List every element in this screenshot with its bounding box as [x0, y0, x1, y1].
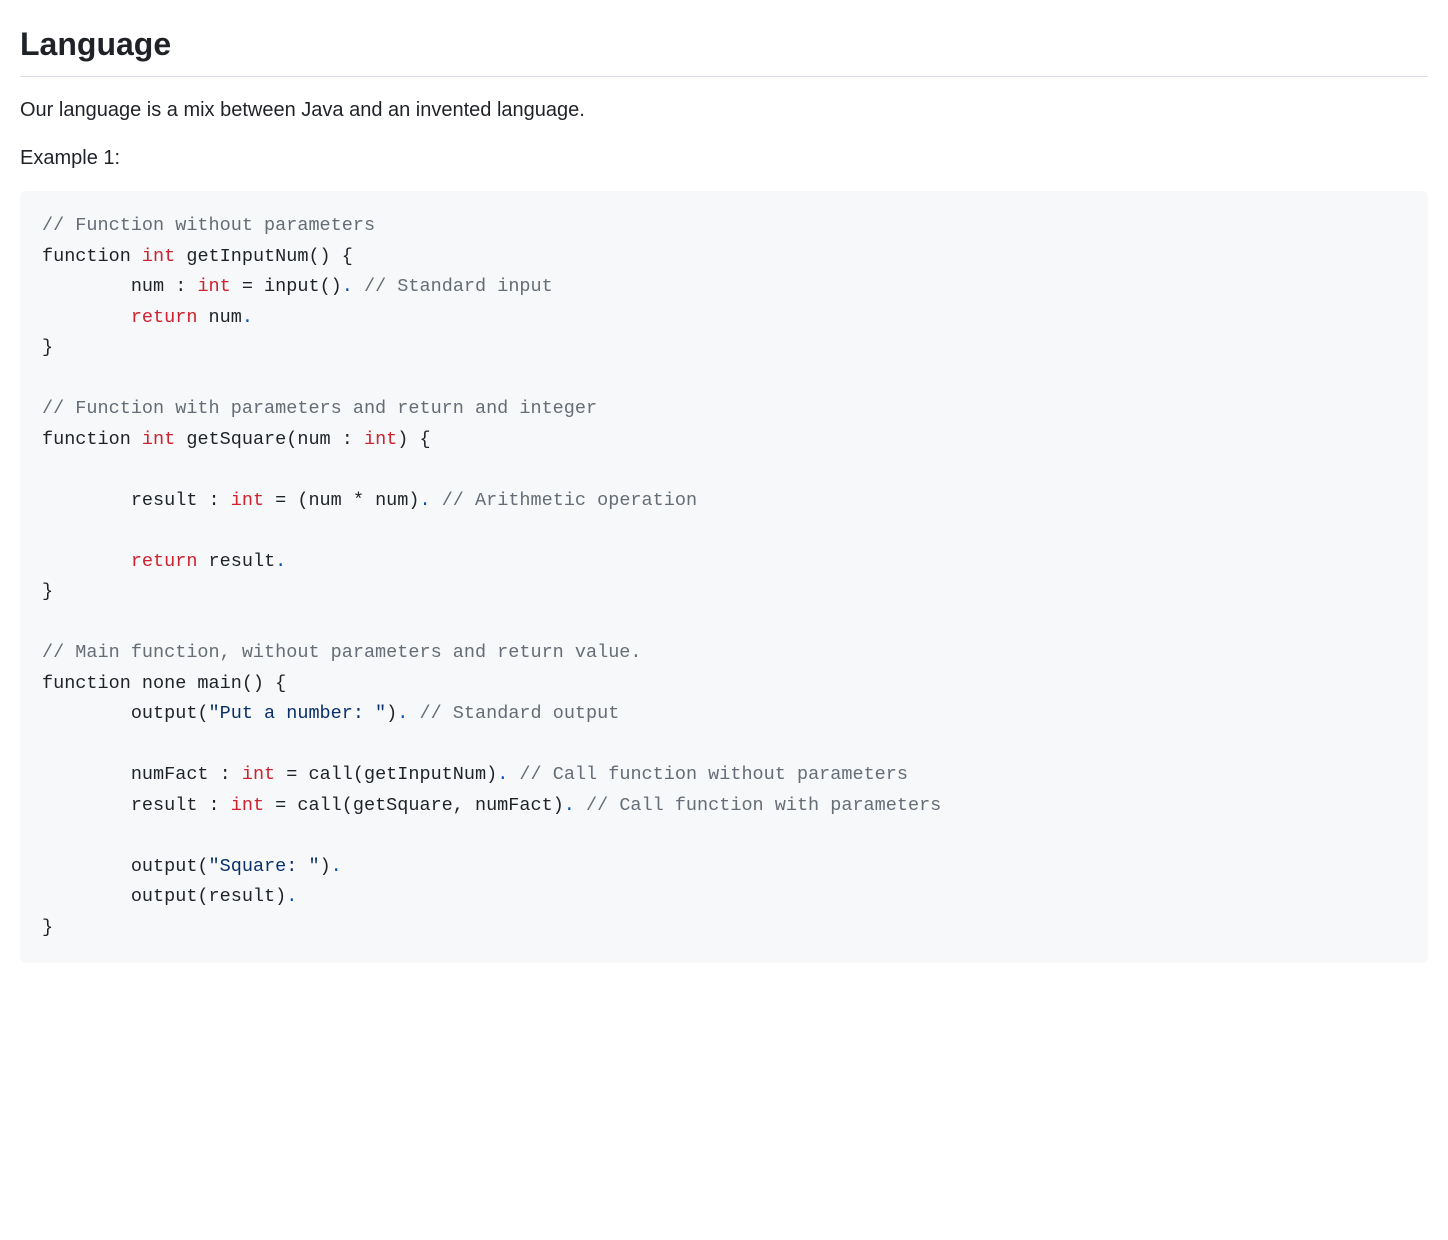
code-token: int	[197, 276, 230, 297]
code-token: int	[142, 429, 175, 450]
code-token: // Arithmetic operation	[442, 490, 697, 511]
code-token: int	[231, 795, 264, 816]
code-token: // Standard output	[420, 703, 620, 724]
code-token: "Square: "	[209, 856, 320, 877]
code-token: .	[286, 886, 297, 907]
code-token: .	[419, 490, 430, 511]
code-token: int	[242, 764, 275, 785]
intro-paragraph: Our language is a mix between Java and a…	[20, 95, 1428, 125]
code-token: .	[242, 307, 253, 328]
code-token: // Main function, without parameters and…	[42, 642, 642, 663]
code-token: // Call function without parameters	[519, 764, 908, 785]
code-token: .	[275, 551, 286, 572]
code-token: "Put a number: "	[209, 703, 387, 724]
example-label: Example 1:	[20, 143, 1428, 173]
code-token: int	[231, 490, 264, 511]
code-token: int	[364, 429, 397, 450]
code-token: return	[131, 307, 198, 328]
code-token: .	[564, 795, 575, 816]
section-heading: Language	[20, 20, 1428, 77]
code-token: .	[331, 856, 342, 877]
code-token: // Function with parameters and return a…	[42, 398, 597, 419]
code-example-1: // Function without parameters function …	[20, 191, 1428, 963]
code-token: return	[131, 551, 198, 572]
code-token: int	[142, 246, 175, 267]
code-token: // Call function with parameters	[586, 795, 941, 816]
code-token: // Standard input	[364, 276, 553, 297]
code-token: .	[497, 764, 508, 785]
code-token: // Function without parameters	[42, 215, 375, 236]
code-token: .	[397, 703, 408, 724]
code-token: .	[342, 276, 353, 297]
